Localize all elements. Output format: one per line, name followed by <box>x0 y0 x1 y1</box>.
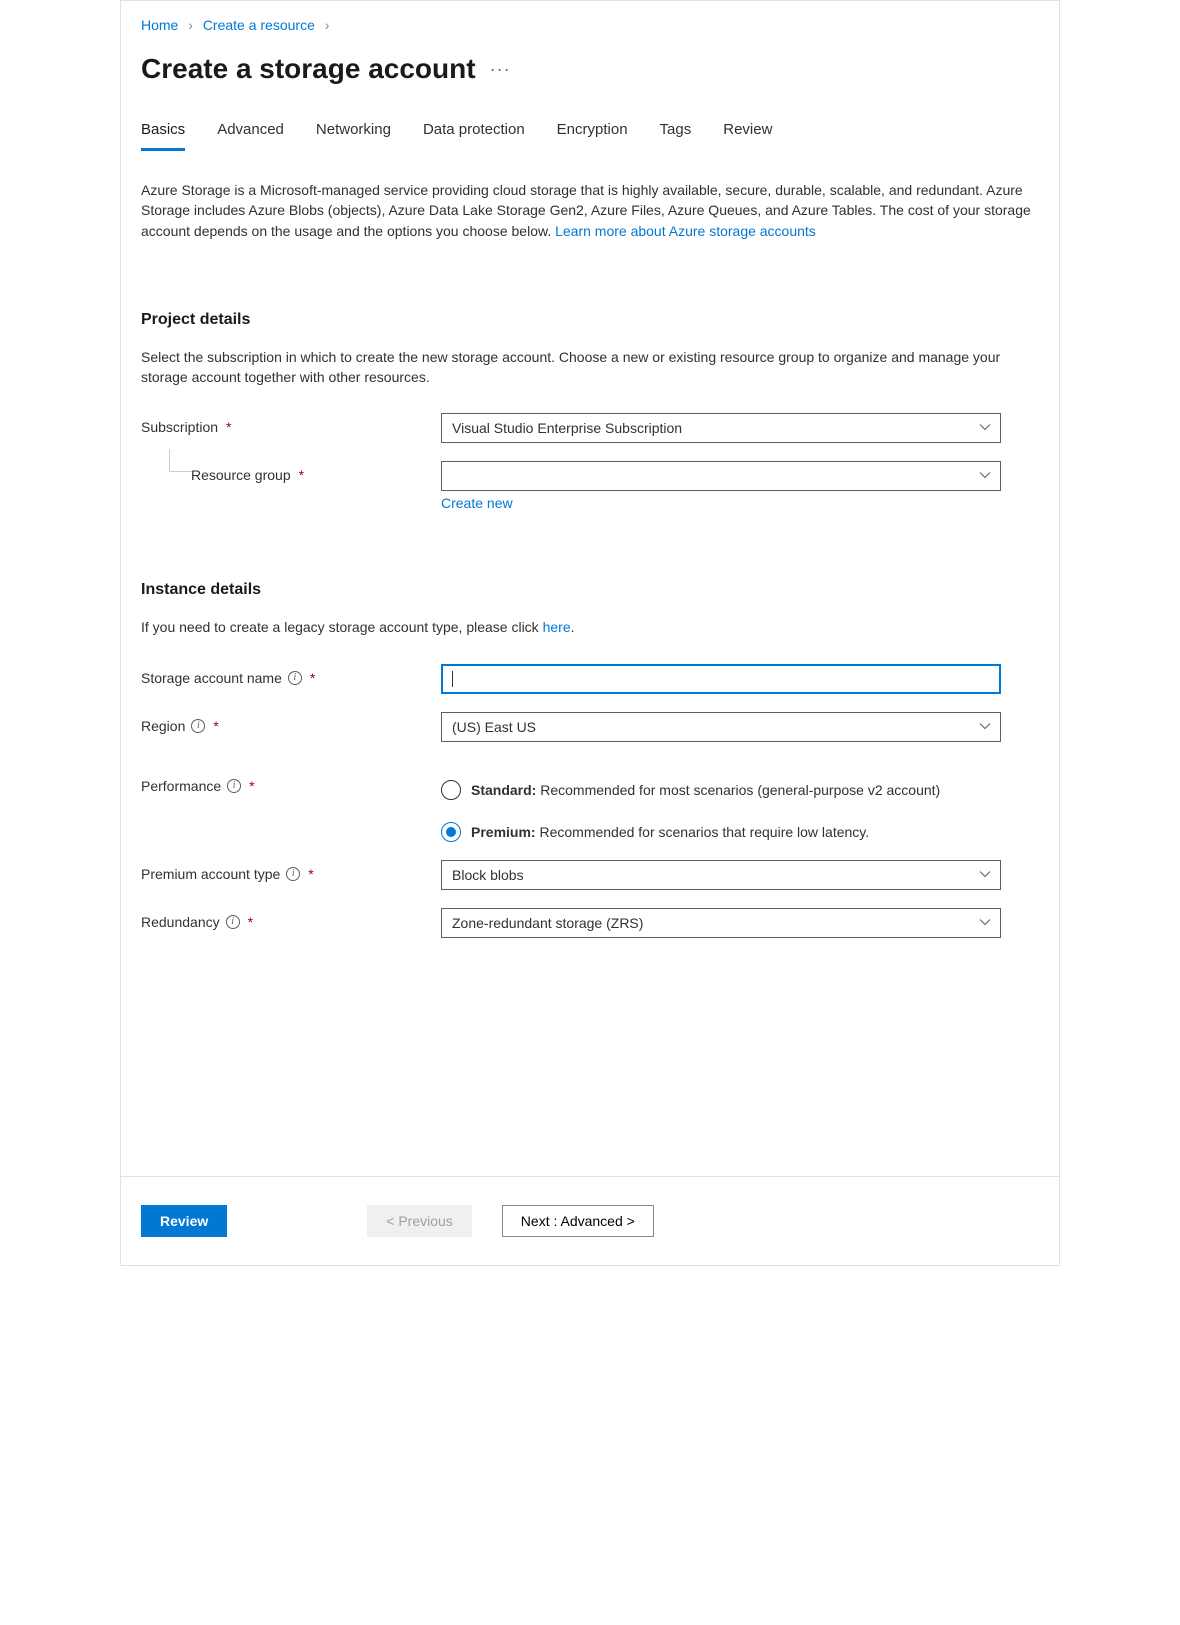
info-icon[interactable]: i <box>191 719 205 733</box>
breadcrumb-home[interactable]: Home <box>141 17 178 33</box>
subscription-value: Visual Studio Enterprise Subscription <box>452 420 682 436</box>
performance-premium-label: Premium: Recommended for scenarios that … <box>471 824 869 840</box>
info-icon[interactable]: i <box>227 779 241 793</box>
region-value: (US) East US <box>452 719 536 735</box>
breadcrumb: Home › Create a resource › <box>141 9 1039 45</box>
tab-basics[interactable]: Basics <box>141 121 185 151</box>
premium-account-type-label: Premium account type <box>141 866 280 882</box>
tab-data-protection[interactable]: Data protection <box>423 121 525 151</box>
subscription-label: Subscription <box>141 419 218 435</box>
performance-premium-radio[interactable] <box>441 822 461 842</box>
performance-standard-radio[interactable] <box>441 780 461 800</box>
previous-button: < Previous <box>367 1205 472 1237</box>
resource-group-label: Resource group <box>191 467 291 483</box>
legacy-here-link[interactable]: here <box>543 619 571 635</box>
info-icon[interactable]: i <box>226 915 240 929</box>
required-icon: * <box>310 670 315 686</box>
tabs: Basics Advanced Networking Data protecti… <box>141 121 1039 152</box>
redundancy-select[interactable]: Zone-redundant storage (ZRS) <box>441 908 1001 938</box>
required-icon: * <box>213 718 218 734</box>
tab-networking[interactable]: Networking <box>316 121 391 151</box>
redundancy-label: Redundancy <box>141 914 220 930</box>
next-advanced-button[interactable]: Next : Advanced > <box>502 1205 654 1237</box>
create-new-link[interactable]: Create new <box>441 495 513 511</box>
wizard-footer: Review < Previous Next : Advanced > <box>121 1176 1059 1265</box>
redundancy-value: Zone-redundant storage (ZRS) <box>452 915 643 931</box>
storage-account-name-label: Storage account name <box>141 670 282 686</box>
instance-details-desc: If you need to create a legacy storage a… <box>141 617 1039 637</box>
project-details-desc: Select the subscription in which to crea… <box>141 347 1039 388</box>
info-icon[interactable]: i <box>288 671 302 685</box>
text-caret <box>452 671 453 687</box>
required-icon: * <box>308 866 313 882</box>
tab-advanced[interactable]: Advanced <box>217 121 284 151</box>
region-select[interactable]: (US) East US <box>441 712 1001 742</box>
review-button[interactable]: Review <box>141 1205 227 1237</box>
more-icon[interactable]: ··· <box>490 59 511 80</box>
required-icon: * <box>249 778 254 794</box>
instance-details-heading: Instance details <box>141 581 1039 599</box>
breadcrumb-create-resource[interactable]: Create a resource <box>203 17 315 33</box>
storage-account-name-input[interactable] <box>441 664 1001 694</box>
premium-account-type-select[interactable]: Block blobs <box>441 860 1001 890</box>
subscription-select[interactable]: Visual Studio Enterprise Subscription <box>441 413 1001 443</box>
chevron-right-icon: › <box>325 17 330 33</box>
resource-group-select[interactable] <box>441 461 1001 491</box>
tab-encryption[interactable]: Encryption <box>557 121 628 151</box>
required-icon: * <box>299 467 304 483</box>
info-icon[interactable]: i <box>286 867 300 881</box>
intro-text: Azure Storage is a Microsoft-managed ser… <box>141 180 1039 241</box>
project-details-heading: Project details <box>141 311 1039 329</box>
learn-more-link[interactable]: Learn more about Azure storage accounts <box>555 223 816 239</box>
performance-standard-label: Standard: Recommended for most scenarios… <box>471 782 940 798</box>
chevron-right-icon: › <box>188 17 193 33</box>
tab-review[interactable]: Review <box>723 121 772 151</box>
premium-account-type-value: Block blobs <box>452 867 524 883</box>
required-icon: * <box>226 419 231 435</box>
required-icon: * <box>248 914 253 930</box>
page-title: Create a storage account <box>141 53 476 85</box>
performance-label: Performance <box>141 778 221 794</box>
tab-tags[interactable]: Tags <box>660 121 692 151</box>
region-label: Region <box>141 718 185 734</box>
